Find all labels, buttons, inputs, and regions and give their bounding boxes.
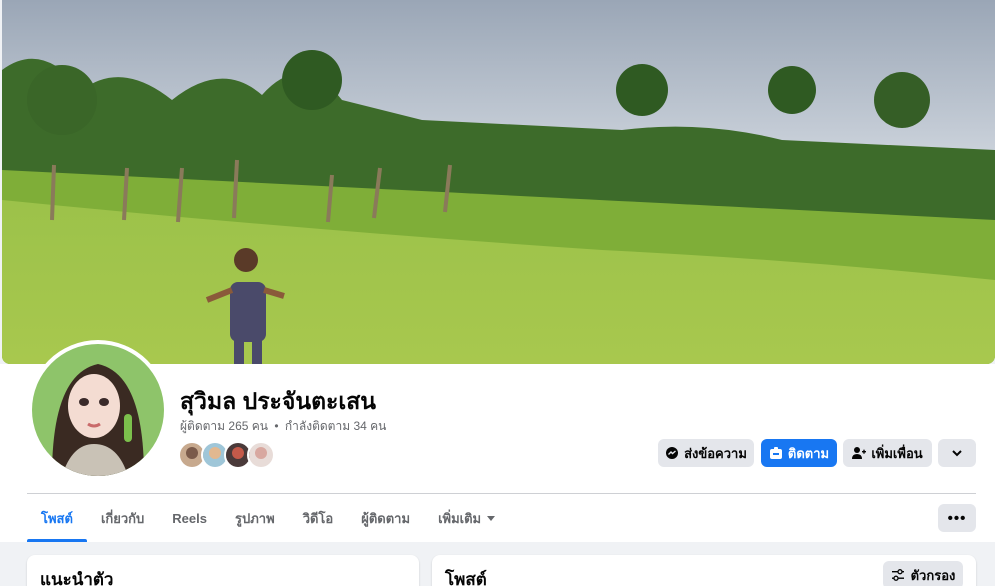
follow-button[interactable]: ติดตาม	[761, 439, 837, 467]
tab-followers[interactable]: ผู้ติดตาม	[347, 494, 424, 542]
tab-more[interactable]: เพิ่มเติม	[424, 494, 509, 542]
tab-overflow-button[interactable]: •••	[938, 504, 976, 532]
profile-name: สุวิมล ประจันตะเสน	[180, 388, 377, 414]
avatar	[32, 344, 164, 476]
following-count[interactable]: กำลังติดตาม 34 คน	[285, 419, 387, 433]
more-actions-button[interactable]	[938, 439, 976, 467]
tab-videos[interactable]: วิดีโอ	[289, 494, 348, 542]
follow-icon	[769, 446, 783, 460]
caret-down-icon	[487, 515, 496, 521]
tab-about[interactable]: เกี่ยวกับ	[87, 494, 158, 542]
add-friend-label: เพิ่มเพื่อน	[871, 445, 923, 461]
tab-photos[interactable]: รูปภาพ	[221, 494, 289, 542]
cover-photo[interactable]	[2, 0, 995, 364]
posts-title: โพสต์	[445, 570, 487, 586]
filter-button[interactable]: ตัวกรอง	[883, 561, 963, 586]
filter-icon	[891, 568, 905, 582]
filter-label: ตัวกรอง	[910, 567, 956, 583]
friend-avatar[interactable]	[247, 441, 275, 469]
messenger-icon	[665, 446, 679, 460]
posts-card: โพสต์ ตัวกรอง	[432, 555, 976, 586]
follow-stats: ผู้ติดตาม 265 คน • กำลังติดตาม 34 คน	[180, 417, 386, 436]
follow-label: ติดตาม	[787, 445, 830, 461]
add-friend-icon	[852, 446, 867, 460]
profile-page: สุวิมล ประจันตะเสน ผู้ติดตาม 265 คน • กำ…	[0, 0, 995, 586]
stats-separator: •	[274, 419, 279, 433]
tab-more-label: เพิ่มเติม	[438, 510, 482, 526]
chevron-down-icon	[950, 446, 964, 460]
tab-reels[interactable]: Reels	[158, 494, 221, 542]
followers-count[interactable]: ผู้ติดตาม 265 คน	[180, 419, 268, 433]
mutual-friends-avatars[interactable]	[178, 441, 275, 469]
profile-tabs: โพสต์ เกี่ยวกับ Reels รูปภาพ วิดีโอ ผู้ต…	[27, 494, 509, 542]
intro-title: แนะนำตัว	[40, 570, 114, 586]
add-friend-button[interactable]: เพิ่มเพื่อน	[843, 439, 932, 467]
tab-posts[interactable]: โพสต์	[27, 494, 87, 542]
message-button[interactable]: ส่งข้อความ	[658, 439, 754, 467]
intro-card: แนะนำตัว	[27, 555, 419, 586]
profile-picture[interactable]	[28, 340, 168, 480]
message-label: ส่งข้อความ	[684, 445, 747, 461]
